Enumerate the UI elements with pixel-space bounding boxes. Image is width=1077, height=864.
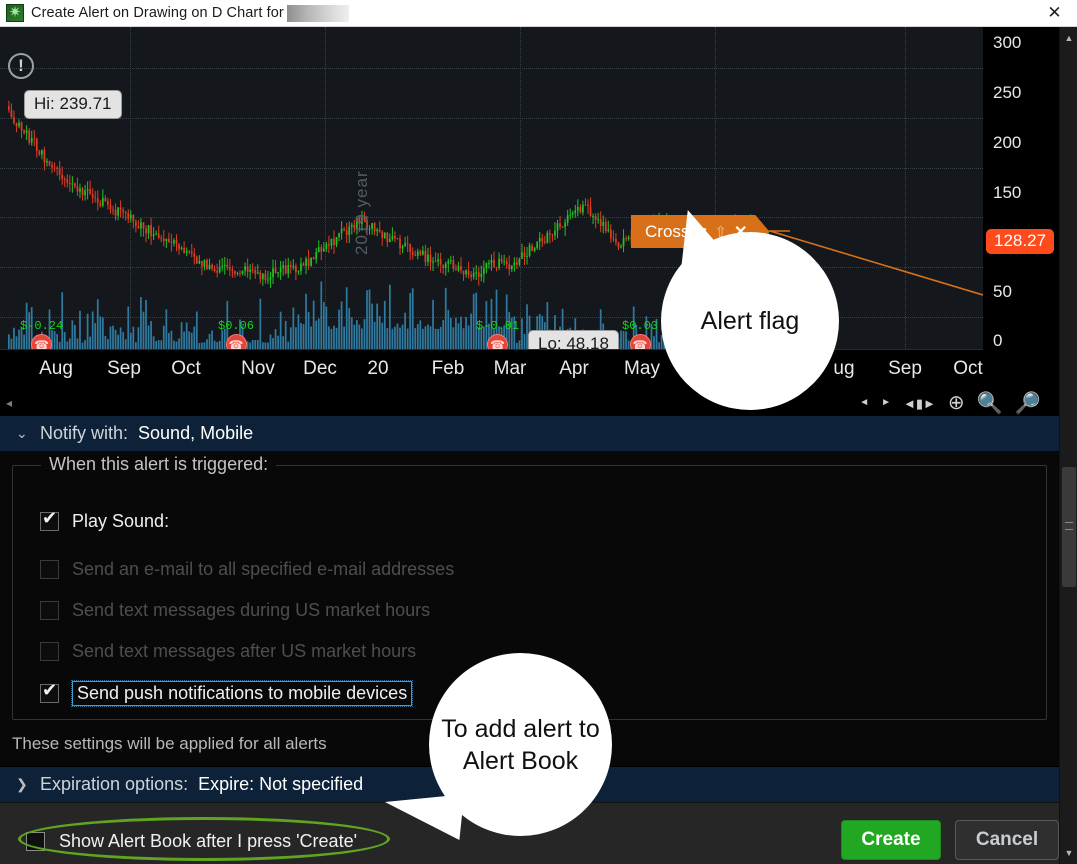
x-tick: Oct <box>171 358 201 379</box>
play-sound-row[interactable]: Play Sound: <box>40 508 170 532</box>
chevron-down-icon: ⌄ <box>16 425 28 441</box>
phone-icon: ☎ <box>487 334 509 349</box>
scroll-up-icon[interactable]: ▲ <box>1060 29 1077 47</box>
send-email-checkbox[interactable] <box>40 560 59 579</box>
warning-icon: ! <box>8 53 34 79</box>
close-icon[interactable]: ✕ <box>1032 0 1077 26</box>
x-tick: Sep <box>888 358 922 379</box>
window-title: Create Alert on Drawing on D Chart for <box>31 5 284 21</box>
chart-toolbar: ◂ ◄ ► ◄▮► ⊕ 🔍 🔎 <box>0 391 1059 415</box>
expiration-label: Expiration options: <box>40 774 189 794</box>
year-watermark: 2019 year <box>352 170 371 255</box>
scroll-left-icon[interactable]: ◂ <box>6 396 12 410</box>
expiration-value: Expire: Not specified <box>198 774 364 794</box>
y-tick: 200 <box>993 133 1022 152</box>
notify-with-section-header[interactable]: ⌄ Notify with: Sound, Mobile <box>0 415 1059 451</box>
chevron-right-icon: ❯ <box>16 776 28 792</box>
fit-icon[interactable]: ◄▮► <box>903 397 936 410</box>
play-sound-checkbox[interactable] <box>40 508 59 531</box>
x-tick: Feb <box>431 358 465 379</box>
cancel-button[interactable]: Cancel <box>955 820 1059 860</box>
x-tick: 20 <box>367 358 389 379</box>
x-tick: ug <box>833 358 855 379</box>
send-sms-market-hours-label: Send text messages during US market hour… <box>72 600 431 620</box>
vertical-scrollbar[interactable]: ▲ ▼ <box>1059 27 1077 864</box>
create-alert-dialog: Create Alert on Drawing on D Chart for ✕… <box>0 0 1077 864</box>
send-push-checkbox[interactable] <box>40 680 59 703</box>
send-push-row[interactable]: Send push notifications to mobile device… <box>40 680 414 707</box>
send-email-row[interactable]: Send an e-mail to all specified e-mail a… <box>40 559 454 580</box>
send-sms-after-hours-row[interactable]: Send text messages after US market hours <box>40 641 416 662</box>
app-icon <box>6 4 24 22</box>
x-tick: Oct <box>953 358 983 379</box>
play-sound-label: Play Sound: <box>72 511 170 531</box>
next-icon[interactable]: ► <box>881 398 891 408</box>
highlight-ellipse <box>18 817 390 861</box>
scroll-down-icon[interactable]: ▼ <box>1060 844 1077 862</box>
prev-icon[interactable]: ◄ <box>859 398 869 408</box>
x-tick: Sep <box>107 358 141 379</box>
send-push-label: Send push notifications to mobile device… <box>70 680 414 707</box>
current-price-badge: 128.27 <box>986 229 1054 254</box>
phone-icon: ☎ <box>225 334 247 349</box>
y-tick: 50 <box>993 282 1012 301</box>
send-sms-market-hours-row[interactable]: Send text messages during US market hour… <box>40 600 430 621</box>
y-tick: 300 <box>993 33 1022 52</box>
redacted-symbol <box>286 4 349 22</box>
alert-flag-callout: Alert flag <box>661 232 839 410</box>
high-tooltip: Hi: 239.71 <box>24 90 122 119</box>
x-tick: Nov <box>241 358 275 379</box>
earnings-marker[interactable]: $0.03 ☎ ◍ <box>622 319 658 349</box>
send-sms-market-hours-checkbox[interactable] <box>40 601 59 620</box>
scrollbar-thumb[interactable] <box>1062 467 1076 587</box>
price-axis[interactable]: 300 250 200 150 100 50 0 <box>983 27 1059 350</box>
low-tooltip: Lo: 48.18 <box>528 330 619 349</box>
send-email-label: Send an e-mail to all specified e-mail a… <box>72 559 455 579</box>
zoom-out-icon[interactable]: 🔎 <box>1015 393 1041 414</box>
create-button[interactable]: Create <box>841 820 941 860</box>
earnings-marker[interactable]: $-0.01 ☎ ◍ <box>476 319 519 349</box>
x-tick: May <box>624 358 660 379</box>
x-tick: Mar <box>493 358 527 379</box>
x-tick: Dec <box>303 358 337 379</box>
earnings-marker[interactable]: $0.06 ☎ ◍ <box>218 319 254 349</box>
time-axis[interactable]: Aug Sep Oct Nov Dec 20 Feb Mar Apr May u… <box>0 349 983 391</box>
settings-note: These settings will be applied for all a… <box>12 734 327 753</box>
send-sms-after-hours-checkbox[interactable] <box>40 642 59 661</box>
title-bar: Create Alert on Drawing on D Chart for ✕ <box>0 0 1077 27</box>
phone-icon: ☎ <box>629 334 651 349</box>
send-sms-after-hours-label: Send text messages after US market hours <box>72 641 417 661</box>
y-tick: 150 <box>993 183 1022 202</box>
crosshair-icon[interactable]: ⊕ <box>948 393 965 413</box>
y-tick: 0 <box>993 331 1003 350</box>
notify-with-value: Sound, Mobile <box>138 423 254 443</box>
trigger-group-title: When this alert is triggered: <box>41 454 277 475</box>
notify-with-label: Notify with: <box>40 423 129 443</box>
y-tick: 250 <box>993 83 1022 102</box>
earnings-marker[interactable]: $-0.24 ☎ ◍ <box>20 319 63 349</box>
x-tick: Apr <box>559 358 589 379</box>
zoom-in-icon[interactable]: 🔍 <box>977 393 1003 414</box>
chart-panel: 2019 year ! $-0.24 ☎ ◍ $0.06 ☎ ◍ $-0.01 … <box>0 27 1077 415</box>
x-tick: Aug <box>39 358 73 379</box>
phone-icon: ☎ <box>31 334 53 349</box>
alert-book-callout: To add alert to Alert Book <box>429 653 612 836</box>
